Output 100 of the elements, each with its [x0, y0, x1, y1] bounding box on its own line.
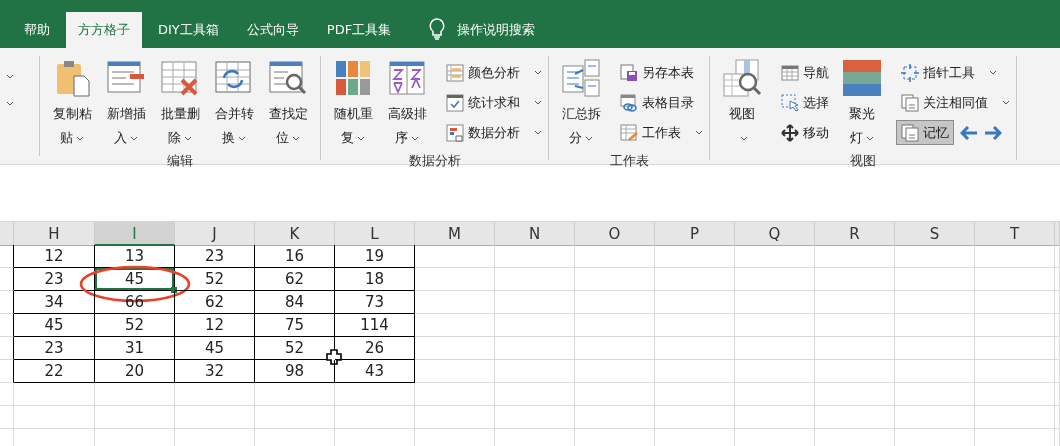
caret-icon[interactable] [292, 136, 300, 141]
table-cell: 13 [95, 245, 175, 268]
ribbon-button[interactable]: 关注相同值 [896, 90, 993, 115]
ribbon-button[interactable]: 查找定 位 [262, 56, 314, 152]
documents-icon [901, 123, 919, 142]
caret-icon[interactable] [130, 136, 138, 141]
column-header[interactable]: R [815, 222, 895, 246]
caret-icon[interactable] [534, 130, 542, 135]
ribbon-button[interactable]: 复制粘 贴 [46, 56, 98, 152]
ribbon-button[interactable]: 颜色分析 [441, 60, 525, 85]
table-cell: 43 [335, 360, 415, 383]
table-cell: 20 [95, 360, 175, 383]
left-arrow-icon[interactable] [960, 125, 978, 140]
table-cell: 75 [255, 314, 335, 337]
ribbon-button[interactable]: 高级排 序 [381, 56, 433, 152]
column-header[interactable]: L [335, 222, 415, 246]
ribbon-button[interactable]: 聚光 灯 [836, 56, 888, 152]
ribbon-button[interactable]: 统计求和 [441, 90, 525, 115]
column-header[interactable]: P [655, 222, 735, 246]
cursor-cross-icon [326, 349, 342, 365]
corner-cell[interactable] [0, 222, 14, 246]
column-header[interactable]: O [575, 222, 655, 246]
color-blocks-icon [333, 58, 373, 98]
table-cell: 26 [335, 337, 415, 360]
caret-icon[interactable] [739, 136, 748, 141]
caret-icon[interactable] [411, 136, 419, 141]
lightbulb-icon[interactable] [429, 18, 446, 40]
caret-icon[interactable] [76, 136, 84, 141]
row-header[interactable] [0, 314, 14, 337]
table-cell: 62 [255, 268, 335, 291]
ribbon-tab[interactable]: PDF工具集 [314, 12, 404, 48]
column-header[interactable]: Q [735, 222, 815, 246]
ribbon-button[interactable]: 工作表 [615, 120, 686, 145]
table-delete-icon [160, 58, 200, 98]
caret-icon[interactable] [585, 136, 593, 141]
caret-icon[interactable] [1002, 100, 1010, 105]
row-header[interactable] [0, 245, 14, 268]
ribbon-tab[interactable]: 方方格子 [66, 12, 142, 48]
column-header[interactable]: S [895, 222, 975, 246]
ribbon-button[interactable]: 汇总拆 分 [555, 56, 607, 152]
ribbon-button[interactable]: 移动 [776, 120, 834, 145]
caret-icon[interactable] [695, 130, 703, 135]
ribbon-button[interactable]: 记忆 [896, 120, 954, 145]
ribbon-button[interactable]: 选择 [776, 90, 834, 115]
table-cell: 52 [95, 314, 175, 337]
column-header[interactable]: H [14, 222, 95, 246]
caret-icon[interactable] [866, 136, 874, 141]
column-header[interactable]: K [255, 222, 335, 246]
column-header[interactable]: I [95, 222, 175, 246]
caret-icon[interactable] [184, 136, 192, 141]
ribbon-tab[interactable]: 帮助 [12, 12, 62, 48]
table-cell: 34 [14, 291, 95, 314]
ribbon-button[interactable]: 随机重 复 [327, 56, 379, 152]
table-cell: 23 [175, 245, 255, 268]
table-link-icon [620, 93, 638, 112]
ribbon-button[interactable]: 视图 [716, 56, 768, 152]
group-label: 编辑 [166, 152, 194, 170]
table-cell: 23 [14, 337, 95, 360]
table-cell: 22 [14, 360, 95, 383]
column-header[interactable]: N [495, 222, 575, 246]
table-cell: 12 [14, 245, 95, 268]
caret-icon[interactable] [989, 70, 997, 75]
table-cell: 32 [175, 360, 255, 383]
caret-icon[interactable] [534, 100, 542, 105]
row-header[interactable] [0, 360, 14, 383]
row-header[interactable] [0, 291, 14, 314]
table-cell: 45 [14, 314, 95, 337]
ribbon-button[interactable]: 批量删 除 [154, 56, 206, 152]
ribbon-button[interactable]: 表格目录 [615, 90, 699, 115]
table-icon [781, 63, 799, 82]
table-cell: 52 [175, 268, 255, 291]
ribbon-button[interactable]: 导航 [776, 60, 834, 85]
caret-icon[interactable] [6, 101, 14, 106]
dashed-frame-icon [901, 63, 919, 82]
caret-icon[interactable] [357, 136, 365, 141]
search-label[interactable]: 操作说明搜索 [457, 12, 536, 48]
row-header[interactable] [0, 268, 14, 291]
caret-icon[interactable] [6, 74, 14, 79]
table-cell: 45 [175, 337, 255, 360]
ribbon-button[interactable]: 数据分析 [441, 120, 525, 145]
ribbon-button[interactable]: 另存本表 [615, 60, 699, 85]
checklist-icon [446, 93, 464, 112]
table-cell: 18 [335, 268, 415, 291]
ribbon-tab[interactable]: DIY工具箱 [146, 12, 231, 48]
caret-icon[interactable] [238, 136, 246, 141]
ribbon-button[interactable]: 合并转 换 [208, 56, 260, 152]
ribbon-button[interactable]: 指针工具 [896, 60, 980, 85]
right-arrow-icon[interactable] [984, 125, 1002, 140]
row-header[interactable] [0, 337, 14, 360]
table-cell: 23 [14, 268, 95, 291]
table-cell: 73 [335, 291, 415, 314]
documents-icon [901, 93, 919, 112]
caret-icon[interactable] [534, 70, 542, 75]
table-cell: 31 [95, 337, 175, 360]
ribbon-tab[interactable]: 公式向导 [234, 12, 311, 48]
column-header[interactable]: J [175, 222, 255, 246]
column-header[interactable]: T [975, 222, 1055, 246]
ribbon-button[interactable]: 新增插 入 [100, 56, 152, 152]
column-header[interactable]: M [415, 222, 495, 246]
cursor-select-icon [781, 93, 799, 112]
